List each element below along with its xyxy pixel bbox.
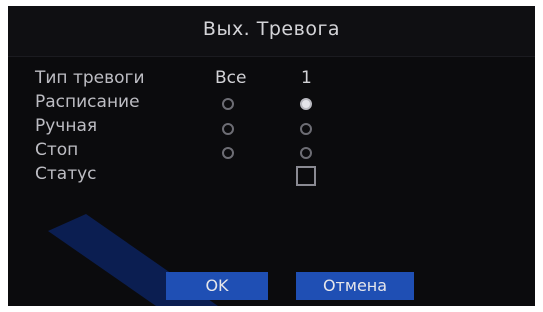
- radio-schedule-all[interactable]: [222, 98, 234, 110]
- label-stop: Стоп: [35, 140, 79, 160]
- column-header-1: 1: [301, 68, 312, 88]
- status-checkbox[interactable]: [296, 166, 316, 186]
- label-alarm-type: Тип тревоги: [35, 68, 145, 88]
- alarm-output-dialog: Вых. Тревога Тип тревоги Все 1 Расписани…: [8, 6, 535, 306]
- label-manual: Ручная: [35, 116, 98, 136]
- radio-schedule-1[interactable]: [300, 98, 312, 110]
- cancel-button[interactable]: Отмена: [296, 272, 414, 300]
- label-status: Статус: [35, 164, 97, 184]
- radio-manual-1[interactable]: [300, 123, 312, 135]
- radio-stop-1[interactable]: [300, 147, 312, 159]
- radio-manual-all[interactable]: [222, 123, 234, 135]
- radio-stop-all[interactable]: [222, 147, 234, 159]
- ok-button[interactable]: OK: [166, 272, 268, 300]
- label-schedule: Расписание: [35, 92, 140, 112]
- column-header-all: Все: [215, 68, 247, 88]
- dialog-title-bar: Вых. Тревога: [8, 6, 535, 57]
- dialog-title: Вых. Тревога: [202, 18, 341, 40]
